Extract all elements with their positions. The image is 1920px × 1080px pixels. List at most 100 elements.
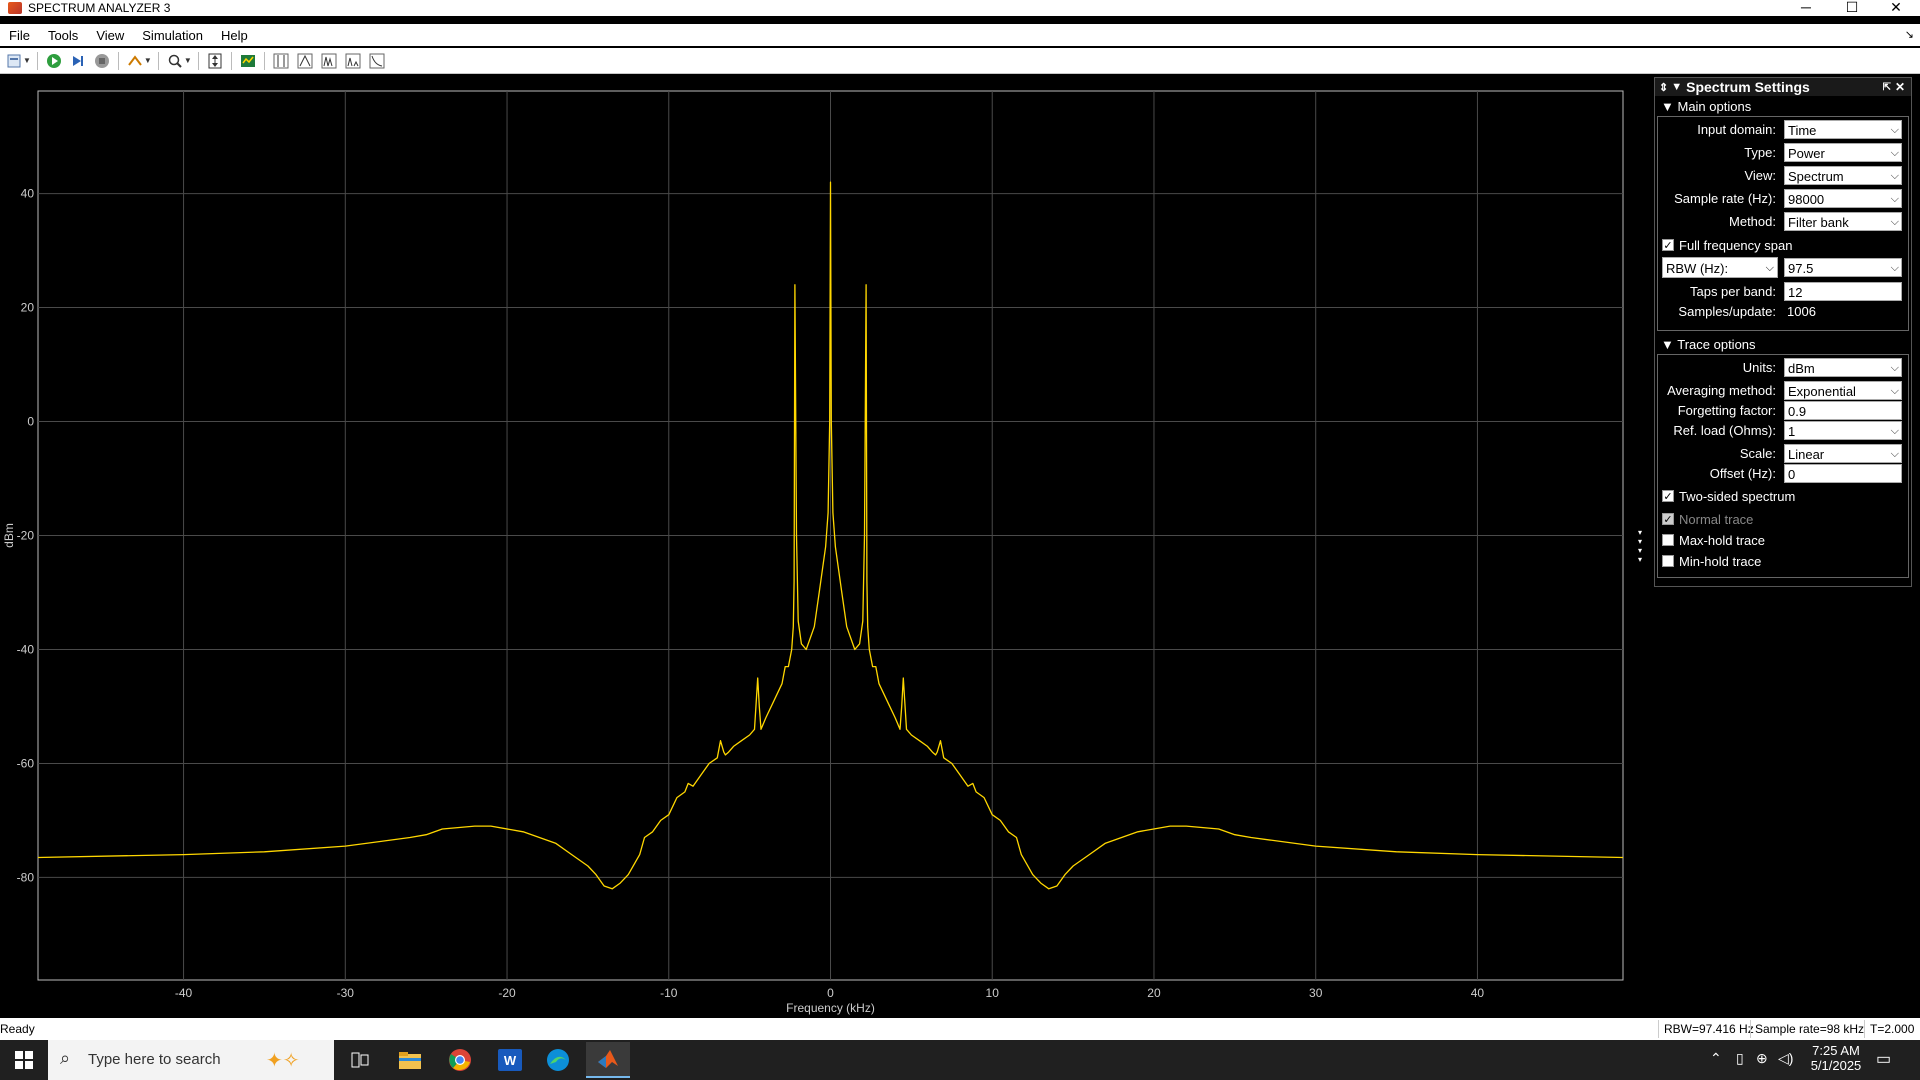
ccdf-measurements-icon[interactable] <box>367 51 387 71</box>
volume-icon[interactable]: ◁) <box>1778 1050 1793 1067</box>
zoom-icon[interactable] <box>165 51 185 71</box>
y-tick-label: -40 <box>17 642 35 656</box>
taps-row: Taps per band: 12 <box>1658 282 1908 302</box>
min-hold-label: Min-hold trace <box>1679 553 1762 569</box>
taskbar-clock[interactable]: 7:25 AM 5/1/2025 <box>1808 1043 1864 1073</box>
normal-trace-label: Normal trace <box>1679 511 1754 527</box>
sample-rate-value: 98000 <box>1788 192 1825 207</box>
close-button[interactable]: ✕ <box>1874 0 1918 16</box>
collapse-triangle-icon[interactable]: ▼ <box>1671 81 1682 93</box>
peak-finder-icon[interactable] <box>319 51 339 71</box>
undock-icon[interactable]: ↘ <box>1905 28 1914 41</box>
y-tick-label: 0 <box>27 415 34 429</box>
stop-icon[interactable] <box>92 51 112 71</box>
network-icon[interactable]: ▯ <box>1736 1050 1744 1067</box>
main-options-section: ▼ Main options Input domain: Time ⌵ Type:… <box>1657 98 1909 331</box>
scale-select[interactable]: Linear ⌵ <box>1784 444 1902 463</box>
matlab-taskbar-icon[interactable] <box>586 1042 630 1078</box>
view-select[interactable]: Spectrum ⌵ <box>1784 166 1902 185</box>
averaging-select[interactable]: Exponential ⌵ <box>1784 381 1902 400</box>
highlight-block-icon[interactable] <box>125 51 145 71</box>
y-axis-label: dBm <box>2 523 16 548</box>
max-hold-trace-checkbox[interactable]: Max-hold trace <box>1662 531 1765 549</box>
trace-options-header[interactable]: ▼ Trace options <box>1657 336 1909 354</box>
input-domain-value: Time <box>1788 123 1817 138</box>
step-forward-icon[interactable] <box>68 51 88 71</box>
input-domain-label: Input domain: <box>1697 122 1776 137</box>
y-tick-label: -60 <box>17 756 35 770</box>
show-hidden-icons-chevron-icon[interactable]: ⌃ <box>1710 1050 1722 1067</box>
x-tick-label: 20 <box>1147 986 1161 1000</box>
status-ready: Ready <box>0 1022 35 1036</box>
samples-update-row: Samples/update: 1006 <box>1658 302 1908 322</box>
averaging-row: Averaging method: Exponential ⌵ <box>1658 381 1908 401</box>
maximize-button[interactable]: ☐ <box>1830 0 1874 16</box>
spectrum-chart: -40 -30 -20 -10 0 10 20 30 40 40 20 0 -20 -40 -60 -80 Fr… <box>2 90 1624 1015</box>
sample-rate-input[interactable]: 98000 ⌵ <box>1784 189 1902 208</box>
forgetting-factor-value: 0.9 <box>1788 404 1807 419</box>
two-sided-label: Two-sided spectrum <box>1679 488 1796 504</box>
channel-measurements-icon[interactable] <box>295 51 315 71</box>
print-icon[interactable] <box>4 51 24 71</box>
offset-input[interactable]: 0 <box>1784 464 1902 483</box>
menu-tools[interactable]: Tools <box>39 28 87 43</box>
x-tick-label: -20 <box>498 986 516 1000</box>
task-view-icon[interactable] <box>340 1044 380 1076</box>
min-hold-trace-checkbox[interactable]: Min-hold trace <box>1662 552 1761 570</box>
main-options-header[interactable]: ▼ Main options <box>1657 98 1909 116</box>
settings-panel-title: Spectrum Settings <box>1686 79 1810 95</box>
x-axis-label: Frequency (kHz) <box>786 1001 875 1015</box>
menu-view[interactable]: View <box>87 28 133 43</box>
forgetting-factor-input[interactable]: 0.9 <box>1784 401 1902 420</box>
notifications-icon[interactable]: ▭ <box>1876 1049 1891 1069</box>
file-explorer-icon[interactable] <box>390 1044 430 1076</box>
cursor-measurements-icon[interactable] <box>271 51 291 71</box>
rbw-mode-value: RBW (Hz): <box>1666 261 1729 276</box>
windows-start-icon[interactable] <box>4 1044 44 1076</box>
clock-time: 7:25 AM <box>1812 1043 1860 1058</box>
undock-panel-icon[interactable]: ⇱ <box>1883 82 1891 93</box>
rbw-value: 97.5 <box>1788 261 1814 276</box>
menu-file[interactable]: File <box>0 28 39 43</box>
taskbar-search-box[interactable]: ⌕ Type here to search ✦✧ <box>48 1040 334 1080</box>
chevron-down-icon: ⌵ <box>1765 262 1774 274</box>
status-rbw: RBW=97.416 Hz <box>1664 1022 1754 1036</box>
rbw-mode-select[interactable]: RBW (Hz): ⌵ <box>1662 257 1778 278</box>
run-icon[interactable] <box>44 51 64 71</box>
menu-help[interactable]: Help <box>212 28 257 43</box>
minimize-button[interactable]: ─ <box>1784 0 1828 16</box>
chrome-icon[interactable] <box>440 1044 480 1076</box>
highlight-dropdown-icon[interactable]: ▼ <box>144 56 152 65</box>
taps-input[interactable]: 12 <box>1784 282 1902 301</box>
view-label: View: <box>1744 168 1776 183</box>
panel-splitter-handle[interactable]: ▾ ▾ ▾ ▾ <box>1638 528 1644 568</box>
main-options-title: Main options <box>1677 99 1752 114</box>
rbw-row: RBW (Hz): ⌵ 97.5 ⌵ <box>1658 257 1908 278</box>
type-select[interactable]: Power ⌵ <box>1784 143 1902 162</box>
distortion-measurements-icon[interactable] <box>343 51 363 71</box>
edge-icon[interactable] <box>538 1044 578 1076</box>
y-tick-label: -80 <box>17 870 35 884</box>
expand-triangle-icon: ▼ <box>1661 99 1678 114</box>
zoom-dropdown-icon[interactable]: ▼ <box>184 56 192 65</box>
globe-language-icon[interactable]: ⊕ <box>1756 1050 1768 1067</box>
method-select[interactable]: Filter bank ⌵ <box>1784 212 1902 231</box>
word-icon[interactable]: W <box>490 1044 530 1076</box>
settings-panel-icon[interactable] <box>238 51 258 71</box>
panel-grip-icon[interactable]: ⇕ <box>1659 81 1668 94</box>
chevron-down-icon: ⌵ <box>1890 193 1899 205</box>
ref-load-input[interactable]: 1 ⌵ <box>1784 421 1902 440</box>
close-panel-icon[interactable]: ✕ <box>1895 80 1905 94</box>
units-select[interactable]: dBm ⌵ <box>1784 358 1902 377</box>
taps-label: Taps per band: <box>1689 284 1776 299</box>
rbw-input[interactable]: 97.5 ⌵ <box>1784 258 1902 277</box>
offset-row: Offset (Hz): 0 <box>1658 464 1908 484</box>
input-domain-select[interactable]: Time ⌵ <box>1784 120 1902 139</box>
full-frequency-span-checkbox[interactable]: ✓ Full frequency span <box>1662 236 1792 254</box>
two-sided-spectrum-checkbox[interactable]: ✓ Two-sided spectrum <box>1662 487 1795 505</box>
print-dropdown-icon[interactable]: ▼ <box>23 56 31 65</box>
scale-axes-icon[interactable] <box>205 51 225 71</box>
windows-taskbar: ⌕ Type here to search ✦✧ W ⌃ ▯ ⊕ ◁) 7:25… <box>0 1040 1920 1080</box>
menu-simulation[interactable]: Simulation <box>133 28 212 43</box>
ref-load-value: 1 <box>1788 424 1796 439</box>
